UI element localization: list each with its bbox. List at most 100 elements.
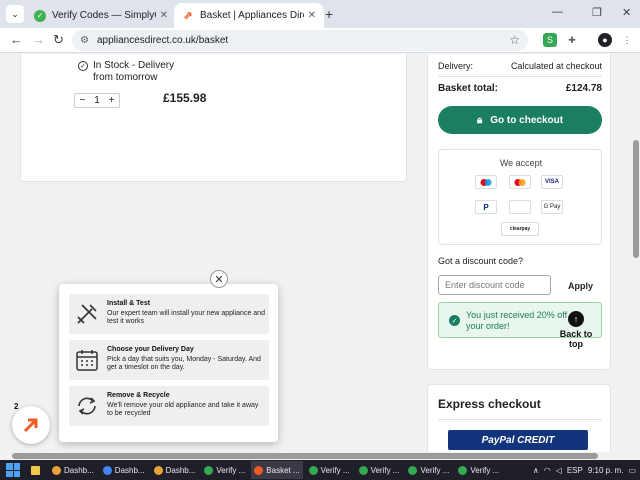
profile-avatar-icon[interactable]: ● <box>598 33 612 47</box>
simplycodes-favicon-icon: ✓ <box>34 9 46 22</box>
minimize-button[interactable]: — <box>552 6 563 18</box>
horizontal-scrollbar[interactable] <box>0 452 640 460</box>
chat-widget-button[interactable]: 2 <box>12 402 50 444</box>
total-row: Basket total: £124.78 <box>438 83 602 94</box>
close-tab-icon[interactable]: ✕ <box>160 10 168 21</box>
qty-decrease-button[interactable]: − <box>79 95 85 106</box>
tray-chevron-icon[interactable]: ∧ <box>533 466 539 475</box>
mastercard-icon <box>509 175 531 189</box>
accepted-payments: We accept VISA P G Pay clearpay <box>438 149 602 245</box>
taskbar-item-label: Verify ... <box>470 465 500 475</box>
tab-title: Verify Codes — SimplyCodes <box>52 10 156 21</box>
appliances-direct-favicon-icon: ⇗ <box>183 10 193 22</box>
delivery-value: Calculated at checkout <box>510 61 602 71</box>
taskbar-item-label: Dashb... <box>165 465 196 475</box>
success-check-icon: ✓ <box>449 315 460 326</box>
paypal-icon: P <box>475 200 497 214</box>
simplycodes-extension-icon[interactable]: S <box>543 33 557 47</box>
tab-basket[interactable]: ⇗ Basket | Appliances Direct ✕ <box>174 3 324 28</box>
total-value: £124.78 <box>565 83 602 94</box>
express-checkout: Express checkout PayPal CREDIT <box>427 384 611 452</box>
back-to-top-line-1: Back to <box>559 329 593 339</box>
extensions-puzzle-icon[interactable]: ✚ <box>565 33 579 47</box>
taskbar-item-label: Verify ... <box>320 465 350 475</box>
taskbar-item[interactable]: Dashb... <box>49 461 97 479</box>
taskbar-item[interactable]: Verify ... <box>356 461 403 479</box>
taskbar-item[interactable]: Verify ... <box>455 461 502 479</box>
delivery-row: Delivery: Calculated at checkout <box>438 61 602 71</box>
restore-button[interactable]: ❐ <box>592 6 602 19</box>
apply-button[interactable]: Apply <box>568 281 593 291</box>
taskbar-items: Dashb... Dashb... Dashb... Verify ... Basket… <box>46 461 502 479</box>
divider <box>438 419 602 420</box>
back-icon[interactable]: ← <box>10 32 23 47</box>
lock-icon: 🔒︎ <box>476 114 483 126</box>
taskbar-item[interactable]: Basket ... <box>251 461 303 479</box>
file-explorer-icon[interactable] <box>28 461 46 479</box>
tab-search-icon[interactable]: ⌄ <box>6 5 24 23</box>
rating-stars: ★★★★★ <box>76 54 131 56</box>
language-indicator[interactable]: ESP <box>567 466 583 475</box>
tab-verify-codes[interactable]: ✓ Verify Codes — SimplyCodes ✕ <box>26 3 176 28</box>
express-checkout-title: Express checkout <box>438 397 541 411</box>
chrome-icon <box>204 465 214 475</box>
apple-pay-icon <box>509 200 531 214</box>
taskbar-item-label: Dashb... <box>64 465 94 475</box>
site-info-icon[interactable]: ⚙ <box>80 35 89 46</box>
back-to-top-button[interactable]: ↑ Back to top <box>558 311 594 349</box>
maestro-icon <box>475 175 497 189</box>
forward-icon[interactable]: → <box>32 32 45 47</box>
page-viewport: ★★★★★ ✓ In Stock - Delivery from tomorro… <box>0 54 640 452</box>
chrome-icon <box>254 465 264 475</box>
address-bar[interactable]: ⚙ appliancesdirect.co.uk/basket ☆ <box>72 30 528 51</box>
paypal-credit-button[interactable]: PayPal CREDIT <box>448 430 588 450</box>
feature-title: Choose your Delivery Day <box>107 346 194 353</box>
notifications-icon[interactable]: ▭ <box>628 466 636 475</box>
url-text: appliancesdirect.co.uk/basket <box>96 35 229 46</box>
taskbar-item[interactable]: Dashb... <box>151 461 199 479</box>
taskbar-item[interactable]: Verify ... <box>405 461 452 479</box>
wifi-icon[interactable]: ◠ <box>544 466 551 475</box>
menu-kebab-icon[interactable]: ⋮ <box>620 33 634 47</box>
discount-code-input[interactable]: Enter discount code <box>438 275 551 295</box>
chrome-icon <box>102 465 112 475</box>
tab-title: Basket | Appliances Direct <box>200 10 304 21</box>
taskbar-item-label: Basket ... <box>266 465 300 475</box>
feature-title: Install & Test <box>107 300 151 307</box>
scrollbar-thumb[interactable] <box>633 140 639 258</box>
services-popup: Install & Test Our expert team will inst… <box>59 284 278 442</box>
brand-arrow-icon <box>23 418 38 433</box>
quantity-stepper: − 1 + <box>74 93 120 108</box>
clock[interactable]: 9:10 p. m. <box>588 466 624 475</box>
windows-taskbar: Dashb... Dashb... Dashb... Verify ... Basket… <box>0 460 640 480</box>
close-tab-icon[interactable]: ✕ <box>308 10 316 21</box>
new-tab-button[interactable]: + <box>325 6 333 22</box>
feature-desc: We'll remove your old appliance and take… <box>107 402 259 417</box>
go-to-checkout-button[interactable]: 🔒︎ Go to checkout <box>438 106 602 134</box>
qty-increase-button[interactable]: + <box>109 95 115 106</box>
feature-remove-recycle: Remove & Recycle We'll remove your old a… <box>69 386 269 426</box>
scrollbar-thumb[interactable] <box>12 453 598 459</box>
bookmark-star-icon[interactable]: ☆ <box>509 33 520 47</box>
clearpay-icon: clearpay <box>501 222 539 236</box>
popup-close-button[interactable]: ✕ <box>210 270 228 288</box>
qty-value[interactable]: 1 <box>94 95 100 106</box>
close-window-button[interactable]: ✕ <box>622 6 631 19</box>
stock-line-1: In Stock - Delivery <box>93 60 175 71</box>
speaker-icon[interactable]: ◁ <box>556 466 562 475</box>
taskbar-item[interactable]: Verify ... <box>201 461 248 479</box>
windows-start-icon[interactable] <box>6 463 20 477</box>
taskbar-item[interactable]: Verify ... <box>306 461 353 479</box>
visa-icon: VISA <box>541 175 563 189</box>
google-pay-icon: G Pay <box>541 200 563 214</box>
taskbar-item-label: Verify ... <box>370 465 400 475</box>
reload-icon[interactable]: ↻ <box>53 32 64 48</box>
taskbar-item[interactable]: Dashb... <box>100 461 148 479</box>
product-price: £155.98 <box>163 91 207 105</box>
vertical-scrollbar[interactable] <box>632 54 640 452</box>
feature-desc: Pick a day that suits you, Monday - Satu… <box>107 356 261 371</box>
check-circle-icon: ✓ <box>78 61 88 71</box>
chat-badge: 2 <box>14 402 19 411</box>
taskbar-item-label: Verify ... <box>420 465 450 475</box>
basket-product-card: ★★★★★ ✓ In Stock - Delivery from tomorro… <box>20 54 407 182</box>
